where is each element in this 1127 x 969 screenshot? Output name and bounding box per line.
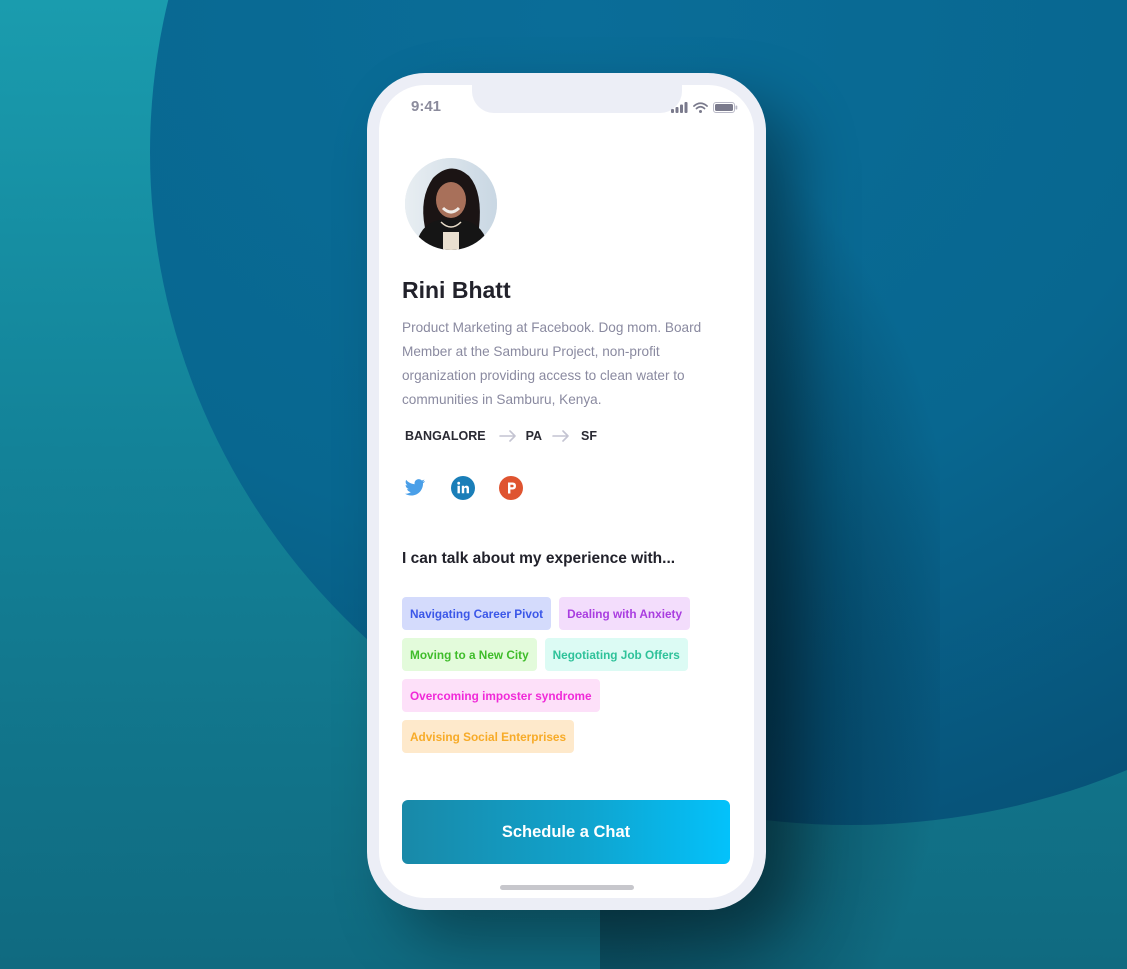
twitter-icon[interactable] [403, 476, 427, 500]
route-location: PA [525, 429, 542, 443]
topics-title: I can talk about my experience with... [402, 550, 676, 567]
arrow-right-icon [552, 430, 570, 442]
battery-icon [713, 100, 738, 118]
profile-name: Rini Bhatt [402, 277, 511, 303]
avatar [405, 158, 497, 250]
topic-tag[interactable]: Moving to a New City [402, 638, 537, 671]
profile-bio: Product Marketing at Facebook. Dog mom. … [402, 320, 702, 407]
topic-tag[interactable]: Overcoming imposter syndrome [402, 679, 600, 712]
wifi-icon [693, 100, 708, 118]
route-location: SF [581, 429, 597, 443]
phone-screen: 9:41 Rini Bhatt Product Marketing at Fac… [379, 85, 754, 898]
schedule-chat-button[interactable]: Schedule a Chat [402, 800, 730, 864]
signal-icon [671, 100, 688, 118]
topic-tag[interactable]: Advising Social Enterprises [402, 720, 575, 753]
location-route: BANGALORE PA SF [405, 429, 597, 443]
product-hunt-icon[interactable] [499, 476, 523, 500]
social-links [403, 476, 523, 500]
topic-tag[interactable]: Navigating Career Pivot [402, 597, 552, 630]
phone-frame: 9:41 Rini Bhatt Product Marketing at Fac… [367, 73, 766, 910]
route-location: BANGALORE [405, 429, 486, 443]
linkedin-icon[interactable] [451, 476, 475, 500]
topic-tag[interactable]: Dealing with Anxiety [559, 597, 691, 630]
arrow-right-icon [498, 430, 517, 442]
topic-tag[interactable]: Negotiating Job Offers [544, 638, 688, 671]
home-indicator[interactable] [500, 885, 634, 890]
status-time: 9:41 [411, 98, 442, 115]
status-icons [671, 100, 738, 118]
topic-tags: Navigating Career Pivot Dealing with Anx… [402, 597, 732, 761]
notch [472, 85, 682, 113]
